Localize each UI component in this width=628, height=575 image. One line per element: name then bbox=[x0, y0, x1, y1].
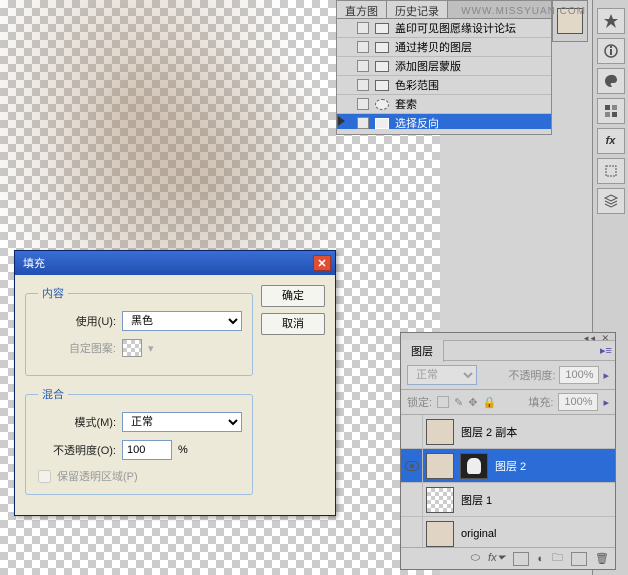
use-label: 使用(U): bbox=[38, 313, 116, 329]
dialog-title: 填充 bbox=[23, 255, 45, 271]
ok-button[interactable]: 确定 bbox=[261, 285, 325, 307]
tab-history[interactable]: 历史记录 bbox=[387, 1, 448, 18]
fx-icon[interactable]: fx bbox=[597, 128, 625, 154]
tab-layers[interactable]: 图层 bbox=[401, 340, 444, 362]
layers-icon[interactable] bbox=[597, 188, 625, 214]
mode-label: 模式(M): bbox=[38, 414, 116, 430]
layers-panel: ◂◂ ✕ 图层 ▸≡ 正常 不透明度: 100% ▸ 锁定: ✎ ✥ 🔒 填充:… bbox=[400, 332, 616, 570]
layer-list: 图层 2 副本 图层 2 图层 1 original bbox=[401, 415, 615, 551]
history-item-selected[interactable]: 选择反向 bbox=[337, 114, 551, 129]
chevron-down-icon: ▾ bbox=[148, 342, 154, 355]
content-legend: 内容 bbox=[38, 285, 68, 301]
layer-thumb bbox=[426, 453, 454, 479]
opacity-label: 不透明度(O): bbox=[38, 442, 116, 458]
pattern-swatch bbox=[122, 339, 142, 357]
history-item[interactable]: 盖印可见图愿缘设计论坛 bbox=[337, 19, 551, 38]
new-layer-icon[interactable] bbox=[571, 552, 587, 566]
cancel-button[interactable]: 取消 bbox=[261, 313, 325, 335]
use-select[interactable]: 黑色 bbox=[122, 311, 242, 331]
mask-icon bbox=[375, 61, 389, 72]
dialog-titlebar[interactable]: 填充 ✕ bbox=[15, 251, 335, 275]
layer-row-selected[interactable]: 图层 2 bbox=[401, 449, 615, 483]
history-label: 通过拷贝的图层 bbox=[395, 39, 472, 55]
layer-row[interactable]: 图层 1 bbox=[401, 483, 615, 517]
adjustment-icon[interactable]: ◐ bbox=[537, 553, 544, 565]
document-icon bbox=[375, 42, 389, 53]
select-inverse-icon bbox=[375, 118, 389, 129]
blend-group: 混合 模式(M): 正常 不透明度(O): % 保留透明区域(P) bbox=[25, 386, 253, 495]
visibility-toggle[interactable] bbox=[401, 517, 423, 551]
info-icon[interactable] bbox=[597, 38, 625, 64]
chevron-right-icon[interactable]: ▸ bbox=[603, 369, 609, 382]
layer-name: 图层 1 bbox=[461, 492, 492, 508]
trash-icon[interactable]: 🗑 bbox=[595, 552, 609, 565]
history-panel: 直方图 历史记录 盖印可见图愿缘设计论坛 通过拷贝的图层 添加图层蒙版 色彩范围… bbox=[336, 0, 552, 135]
layers-footer: ⬭ fx⏷ ◐ 🗀 🗑 bbox=[401, 547, 615, 569]
link-icon[interactable]: ⬭ bbox=[471, 552, 480, 565]
crop-tool-icon[interactable] bbox=[597, 158, 625, 184]
blend-legend: 混合 bbox=[38, 386, 68, 402]
preserve-label: 保留透明区域(P) bbox=[57, 468, 138, 484]
opacity-value[interactable]: 100% bbox=[559, 366, 599, 384]
content-group: 内容 使用(U): 黑色 自定图案: ▾ bbox=[25, 285, 253, 376]
lock-label: 锁定: bbox=[407, 394, 432, 410]
history-pointer-icon bbox=[338, 116, 345, 126]
watermark: WWW.MISSYUAN.COM bbox=[461, 6, 586, 17]
eye-icon bbox=[405, 461, 419, 471]
pattern-label: 自定图案: bbox=[38, 340, 116, 356]
history-label: 添加图层蒙版 bbox=[395, 58, 461, 74]
layer-name: 图层 2 bbox=[495, 458, 526, 474]
fx-icon[interactable]: fx⏷ bbox=[488, 552, 505, 565]
history-item[interactable]: 色彩范围 bbox=[337, 76, 551, 95]
panel-menu-icon[interactable]: ▸≡ bbox=[597, 344, 615, 357]
preserve-checkbox bbox=[38, 470, 51, 483]
blend-mode-select[interactable]: 正常 bbox=[407, 365, 477, 385]
history-label: 套索 bbox=[395, 96, 417, 112]
layer-mask-thumb bbox=[460, 453, 488, 479]
opacity-input[interactable] bbox=[122, 440, 172, 460]
opacity-unit: % bbox=[178, 444, 188, 456]
document-icon bbox=[375, 23, 389, 34]
color-range-icon bbox=[375, 80, 389, 91]
lock-pixels-icon[interactable] bbox=[437, 396, 449, 408]
history-list: 盖印可见图愿缘设计论坛 通过拷贝的图层 添加图层蒙版 色彩范围 套索 选择反向 bbox=[337, 19, 551, 129]
preserve-transparency-row: 保留透明区域(P) bbox=[38, 468, 242, 484]
layer-name: original bbox=[461, 528, 496, 540]
history-item[interactable]: 套索 bbox=[337, 95, 551, 114]
move-icon[interactable]: ✥ bbox=[468, 396, 477, 409]
visibility-toggle[interactable] bbox=[401, 449, 423, 483]
mask-icon[interactable] bbox=[513, 552, 529, 566]
history-label: 盖印可见图愿缘设计论坛 bbox=[395, 20, 516, 36]
chevron-right-icon[interactable]: ▸ bbox=[603, 396, 609, 409]
layer-row[interactable]: 图层 2 副本 bbox=[401, 415, 615, 449]
layer-name: 图层 2 副本 bbox=[461, 424, 517, 440]
layer-row[interactable]: original bbox=[401, 517, 615, 551]
close-icon[interactable]: ✕ bbox=[313, 255, 331, 271]
history-label: 色彩范围 bbox=[395, 77, 439, 93]
fill-label: 填充: bbox=[528, 394, 553, 410]
mode-select[interactable]: 正常 bbox=[122, 412, 242, 432]
visibility-toggle[interactable] bbox=[401, 483, 423, 517]
layer-thumb bbox=[426, 419, 454, 445]
layer-thumb bbox=[426, 487, 454, 513]
brush-icon[interactable]: ✎ bbox=[454, 396, 463, 409]
layer-thumb bbox=[426, 521, 454, 547]
swatches-icon[interactable] bbox=[597, 98, 625, 124]
folder-icon[interactable]: 🗀 bbox=[552, 549, 563, 568]
visibility-toggle[interactable] bbox=[401, 415, 423, 449]
opacity-label: 不透明度: bbox=[508, 367, 555, 383]
history-item[interactable]: 通过拷贝的图层 bbox=[337, 38, 551, 57]
history-label: 选择反向 bbox=[395, 115, 439, 129]
tab-histogram[interactable]: 直方图 bbox=[337, 1, 387, 18]
fill-value[interactable]: 100% bbox=[558, 393, 598, 411]
lasso-icon bbox=[375, 99, 389, 110]
fill-dialog: 填充 ✕ 内容 使用(U): 黑色 自定图案: ▾ 混合 模式(M): bbox=[14, 250, 336, 516]
history-item[interactable]: 添加图层蒙版 bbox=[337, 57, 551, 76]
lock-all-icon[interactable]: 🔒 bbox=[483, 396, 497, 409]
palette-icon[interactable] bbox=[597, 68, 625, 94]
nav-icon[interactable] bbox=[597, 8, 625, 34]
